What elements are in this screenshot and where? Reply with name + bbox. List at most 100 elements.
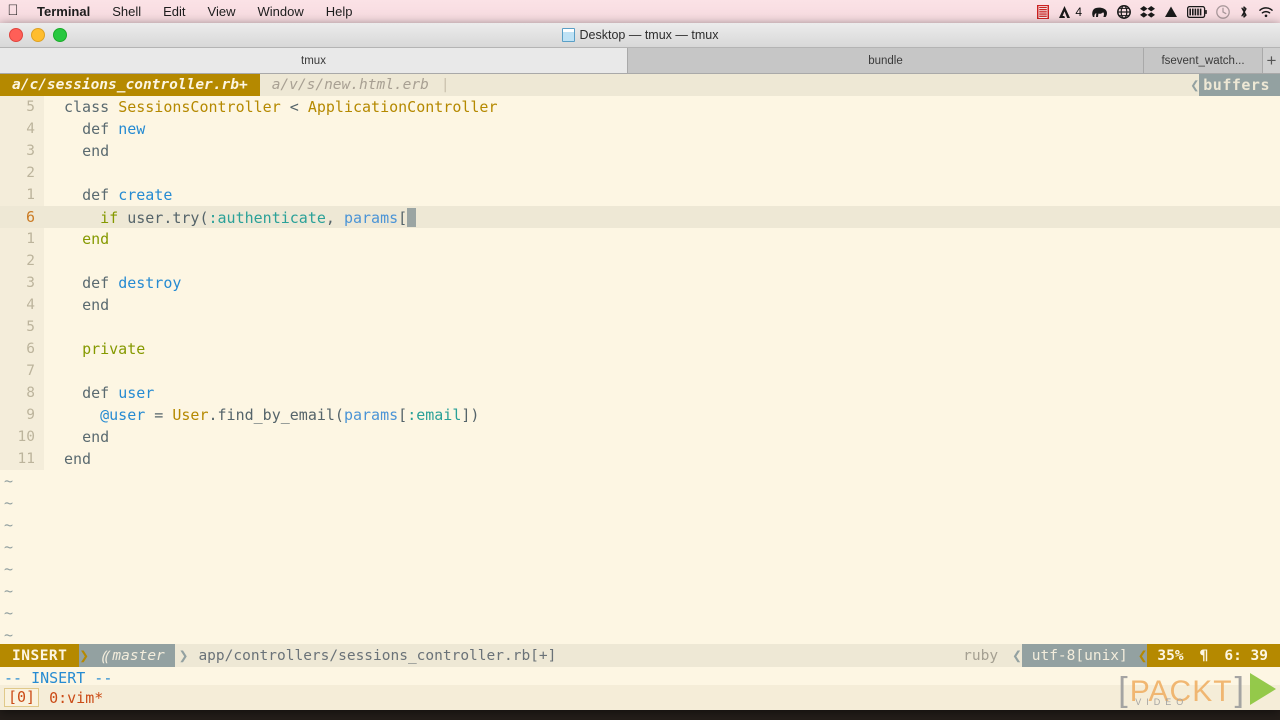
vim-empty-marker: ~ [4,604,14,622]
google-drive-icon[interactable] [1164,4,1178,20]
vim-tabline-buffers-label: buffers [1199,74,1280,96]
code-token: destroy [118,274,182,292]
vim-mode-indicator: INSERT [0,644,80,667]
vim-line-number: 6 [0,206,44,228]
code-token: < [280,98,308,116]
window-titlebar[interactable]: Desktop — tmux — tmux [0,23,1280,48]
vim-buffer-tab-new-html-erb[interactable]: a/v/s/new.html.erb [260,74,441,96]
vim-line[interactable]: 3 end [0,140,1280,162]
vim-line[interactable]: 11 end [0,448,1280,470]
vim-line-number: 1 [0,184,44,206]
vim-line[interactable]: 10 end [0,426,1280,448]
vim-line-number: 4 [0,294,44,316]
dropbox-icon[interactable] [1140,4,1155,20]
code-token: user [118,384,155,402]
terminal-tab-label: bundle [868,54,903,67]
vim-cursor-position: 6: 39 [1224,647,1268,664]
new-tab-button[interactable]: + [1263,48,1280,73]
vim-line-text: def user [44,384,154,402]
vim-file-path: app/controllers/sessions_controller.rb[+… [192,644,950,667]
vim-line[interactable]: 2 [0,162,1280,184]
vim-empty-marker: ~ [4,472,14,490]
terminal-window: Desktop — tmux — tmux tmux bundle fseven… [0,23,1280,710]
vim-empty-line: ~ [0,536,1280,558]
vim-line-number: 3 [0,140,44,162]
menu-item-help[interactable]: Help [315,4,364,19]
vim-empty-marker: ~ [4,538,14,556]
vim-line[interactable]: 4 end [0,294,1280,316]
vim-line-text: end [44,296,109,314]
vim-line-number: 2 [0,162,44,184]
tmux-window-item-vim[interactable]: 0:vim* [49,689,103,707]
vim-buffer-label: a/v/s/new.html.erb [271,77,429,93]
elephant-icon[interactable] [1091,4,1108,20]
adobe-icon[interactable] [1058,4,1071,20]
wifi-icon[interactable] [1258,4,1274,20]
code-token: @user [100,406,146,424]
vim-line[interactable]: 5 class SessionsController < ApplicationC… [0,96,1280,118]
terminal-tab-bundle[interactable]: bundle [628,48,1144,73]
vim-line[interactable]: 5 [0,316,1280,338]
vim-line-number: 5 [0,316,44,338]
code-token: end [64,450,92,468]
vim-empty-line: ~ [0,492,1280,514]
vim-line[interactable]: 6 private [0,338,1280,360]
code-token: [ [398,208,408,227]
vim-line[interactable]: 1 end [0,228,1280,250]
menu-item-terminal[interactable]: Terminal [26,4,101,19]
vim-line[interactable]: 2 [0,250,1280,272]
vim-line-number: 5 [0,96,44,118]
code-token: = [145,406,173,424]
time-machine-icon[interactable] [1216,4,1230,20]
vim-line-cursor[interactable]: 6 if user.try(:authenticate, params[ [0,206,1280,228]
vim-line-number: 6 [0,338,44,360]
vim-line[interactable]: 1 def create [0,184,1280,206]
vim-line[interactable]: 8 def user [0,382,1280,404]
apple-menu-icon[interactable]:  [0,3,26,20]
vim-empty-line: ~ [0,624,1280,641]
code-token: ]) [461,406,480,424]
terminal-tab-fsevent-watch[interactable]: fsevent_watch... [1144,48,1263,73]
globe-icon[interactable] [1117,4,1131,20]
menu-item-shell[interactable]: Shell [101,4,152,19]
film-strip-icon[interactable] [1037,4,1050,20]
vim-buffer-tab-sessions-controller[interactable]: a/c/sessions_controller.rb+ [0,74,260,96]
vim-line[interactable]: 9 @user = User.find_by_email(params[:ema… [0,404,1280,426]
window-title-text: Desktop — tmux — tmux [579,28,719,42]
code-token: end [82,230,110,248]
bluetooth-icon[interactable] [1239,4,1249,20]
menu-item-edit[interactable]: Edit [152,4,196,19]
menu-bar-status-icons: 4 [1037,4,1280,20]
code-token: user.try( [127,208,209,227]
vim-code-area[interactable]: 5 class SessionsController < ApplicationC… [0,96,1280,641]
text-cursor [407,207,417,227]
vim-empty-marker: ~ [4,626,14,641]
vim-line-text: class SessionsController < ApplicationCo… [44,98,498,116]
packt-subtitle: VIDEO [1135,697,1189,707]
vim-line-text: @user = User.find_by_email(params[:email… [44,406,479,424]
code-token: def [82,186,119,204]
vim-line[interactable]: 3 def destroy [0,272,1280,294]
code-token: end [82,142,110,160]
menu-item-view[interactable]: View [197,4,247,19]
vim-empty-line: ~ [0,602,1280,624]
menu-item-window[interactable]: Window [247,4,315,19]
tmux-status-bar: [0] 0:vim* [ PACKT ] VIDEO [0,673,1280,710]
vim-line-text: end [44,142,109,160]
vim-line-number: 4 [0,118,44,140]
vim-line-text: end [44,450,91,468]
terminal-tab-tmux[interactable]: tmux [0,48,628,73]
vim-tabline-right: ❮ buffers [1190,74,1280,96]
macos-menu-bar:  Terminal Shell Edit View Window Help 4 [0,0,1280,24]
vim-line[interactable]: 4 def new [0,118,1280,140]
vim-line[interactable]: 7 [0,360,1280,382]
battery-icon[interactable] [1187,4,1207,20]
tmux-session-label[interactable]: [0] [4,688,40,707]
vim-buffer-label: a/c/sessions_controller.rb+ [12,77,248,93]
vim-empty-marker: ~ [4,516,14,534]
code-token: new [118,120,146,138]
code-token: SessionsController [118,98,281,116]
vim-editor: a/c/sessions_controller.rb+ a/v/s/new.ht… [0,74,1280,689]
git-branch-label: master [112,647,165,664]
vim-line-text: if user.try(:authenticate, params[ [44,207,417,227]
